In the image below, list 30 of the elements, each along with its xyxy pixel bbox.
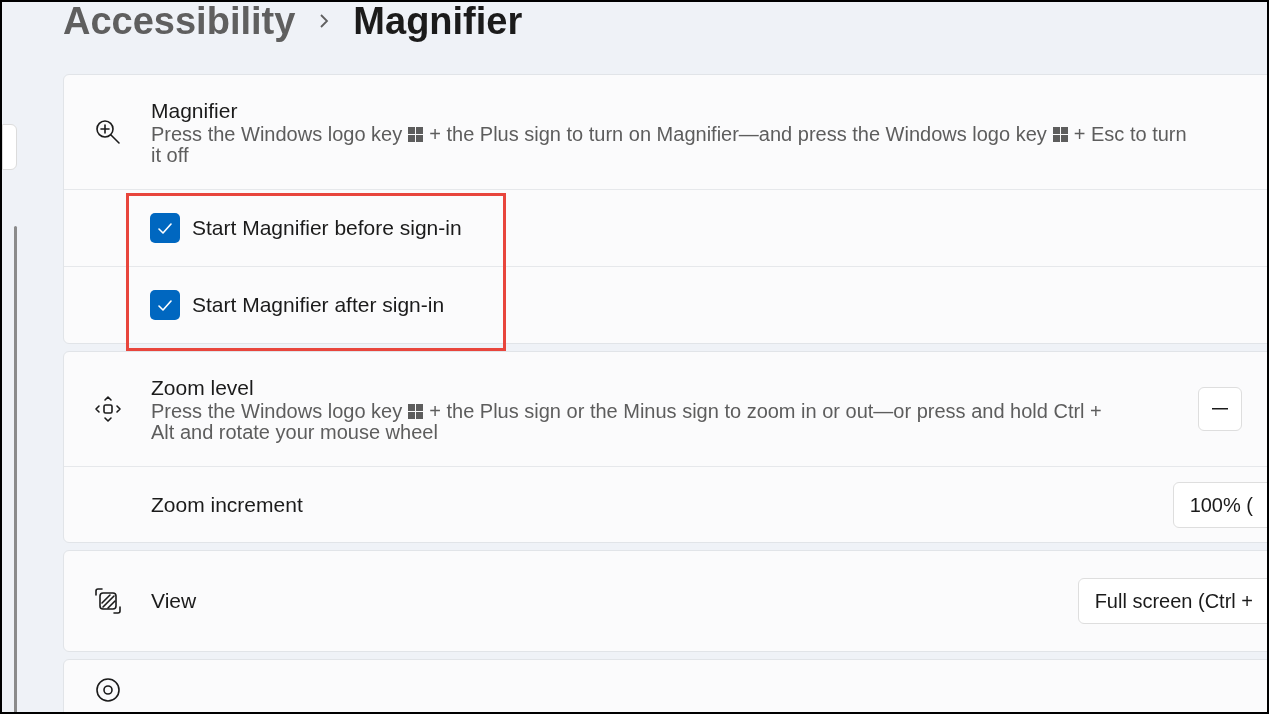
checkbox-label: Start Magnifier before sign-in (192, 215, 462, 242)
dropdown[interactable]: 100% ( (1172, 481, 1267, 528)
setting-description: Press the Windows logo key (151, 401, 403, 422)
setting-description: Press the Windows logo key (151, 124, 403, 145)
windows-logo-icon (408, 127, 424, 142)
setting-description: + Esc to turn (1073, 124, 1187, 145)
chevron-right-icon (319, 13, 330, 29)
check-icon (158, 222, 172, 234)
checkbox-label: Start Magnifier after sign-in (192, 292, 445, 319)
page-title: Magnifier (353, 2, 523, 44)
setting-description: it off (151, 145, 189, 166)
circle-icon (93, 676, 122, 704)
setting-title: Zoom level (151, 375, 255, 401)
checkbox[interactable] (150, 213, 180, 243)
view-icon (92, 586, 123, 616)
setting-description: + the Plus sign to turn on Magnifier—and press the Windows logo key (429, 124, 1047, 145)
dropdown[interactable]: Full screen (Ctrl + (1077, 578, 1267, 624)
checkbox[interactable] (150, 290, 180, 320)
setting-title: Zoom increment (151, 491, 304, 518)
minus-icon (1212, 408, 1228, 410)
windows-logo-icon (1052, 127, 1068, 142)
setting-description: + the Plus sign or the Minus sign to zoom in or out—or press and hold Ctrl + (429, 401, 1102, 422)
setting-title: Magnifier (151, 98, 239, 124)
breadcrumb-link[interactable]: Accessibility (63, 2, 296, 50)
check-icon (158, 299, 172, 311)
setting-title: View (151, 588, 198, 614)
zoom-in-icon (93, 118, 122, 146)
windows-logo-icon (408, 404, 424, 419)
setting-description: Alt and rotate your mouse wheel (151, 422, 438, 443)
move-arrows-icon (93, 395, 122, 423)
